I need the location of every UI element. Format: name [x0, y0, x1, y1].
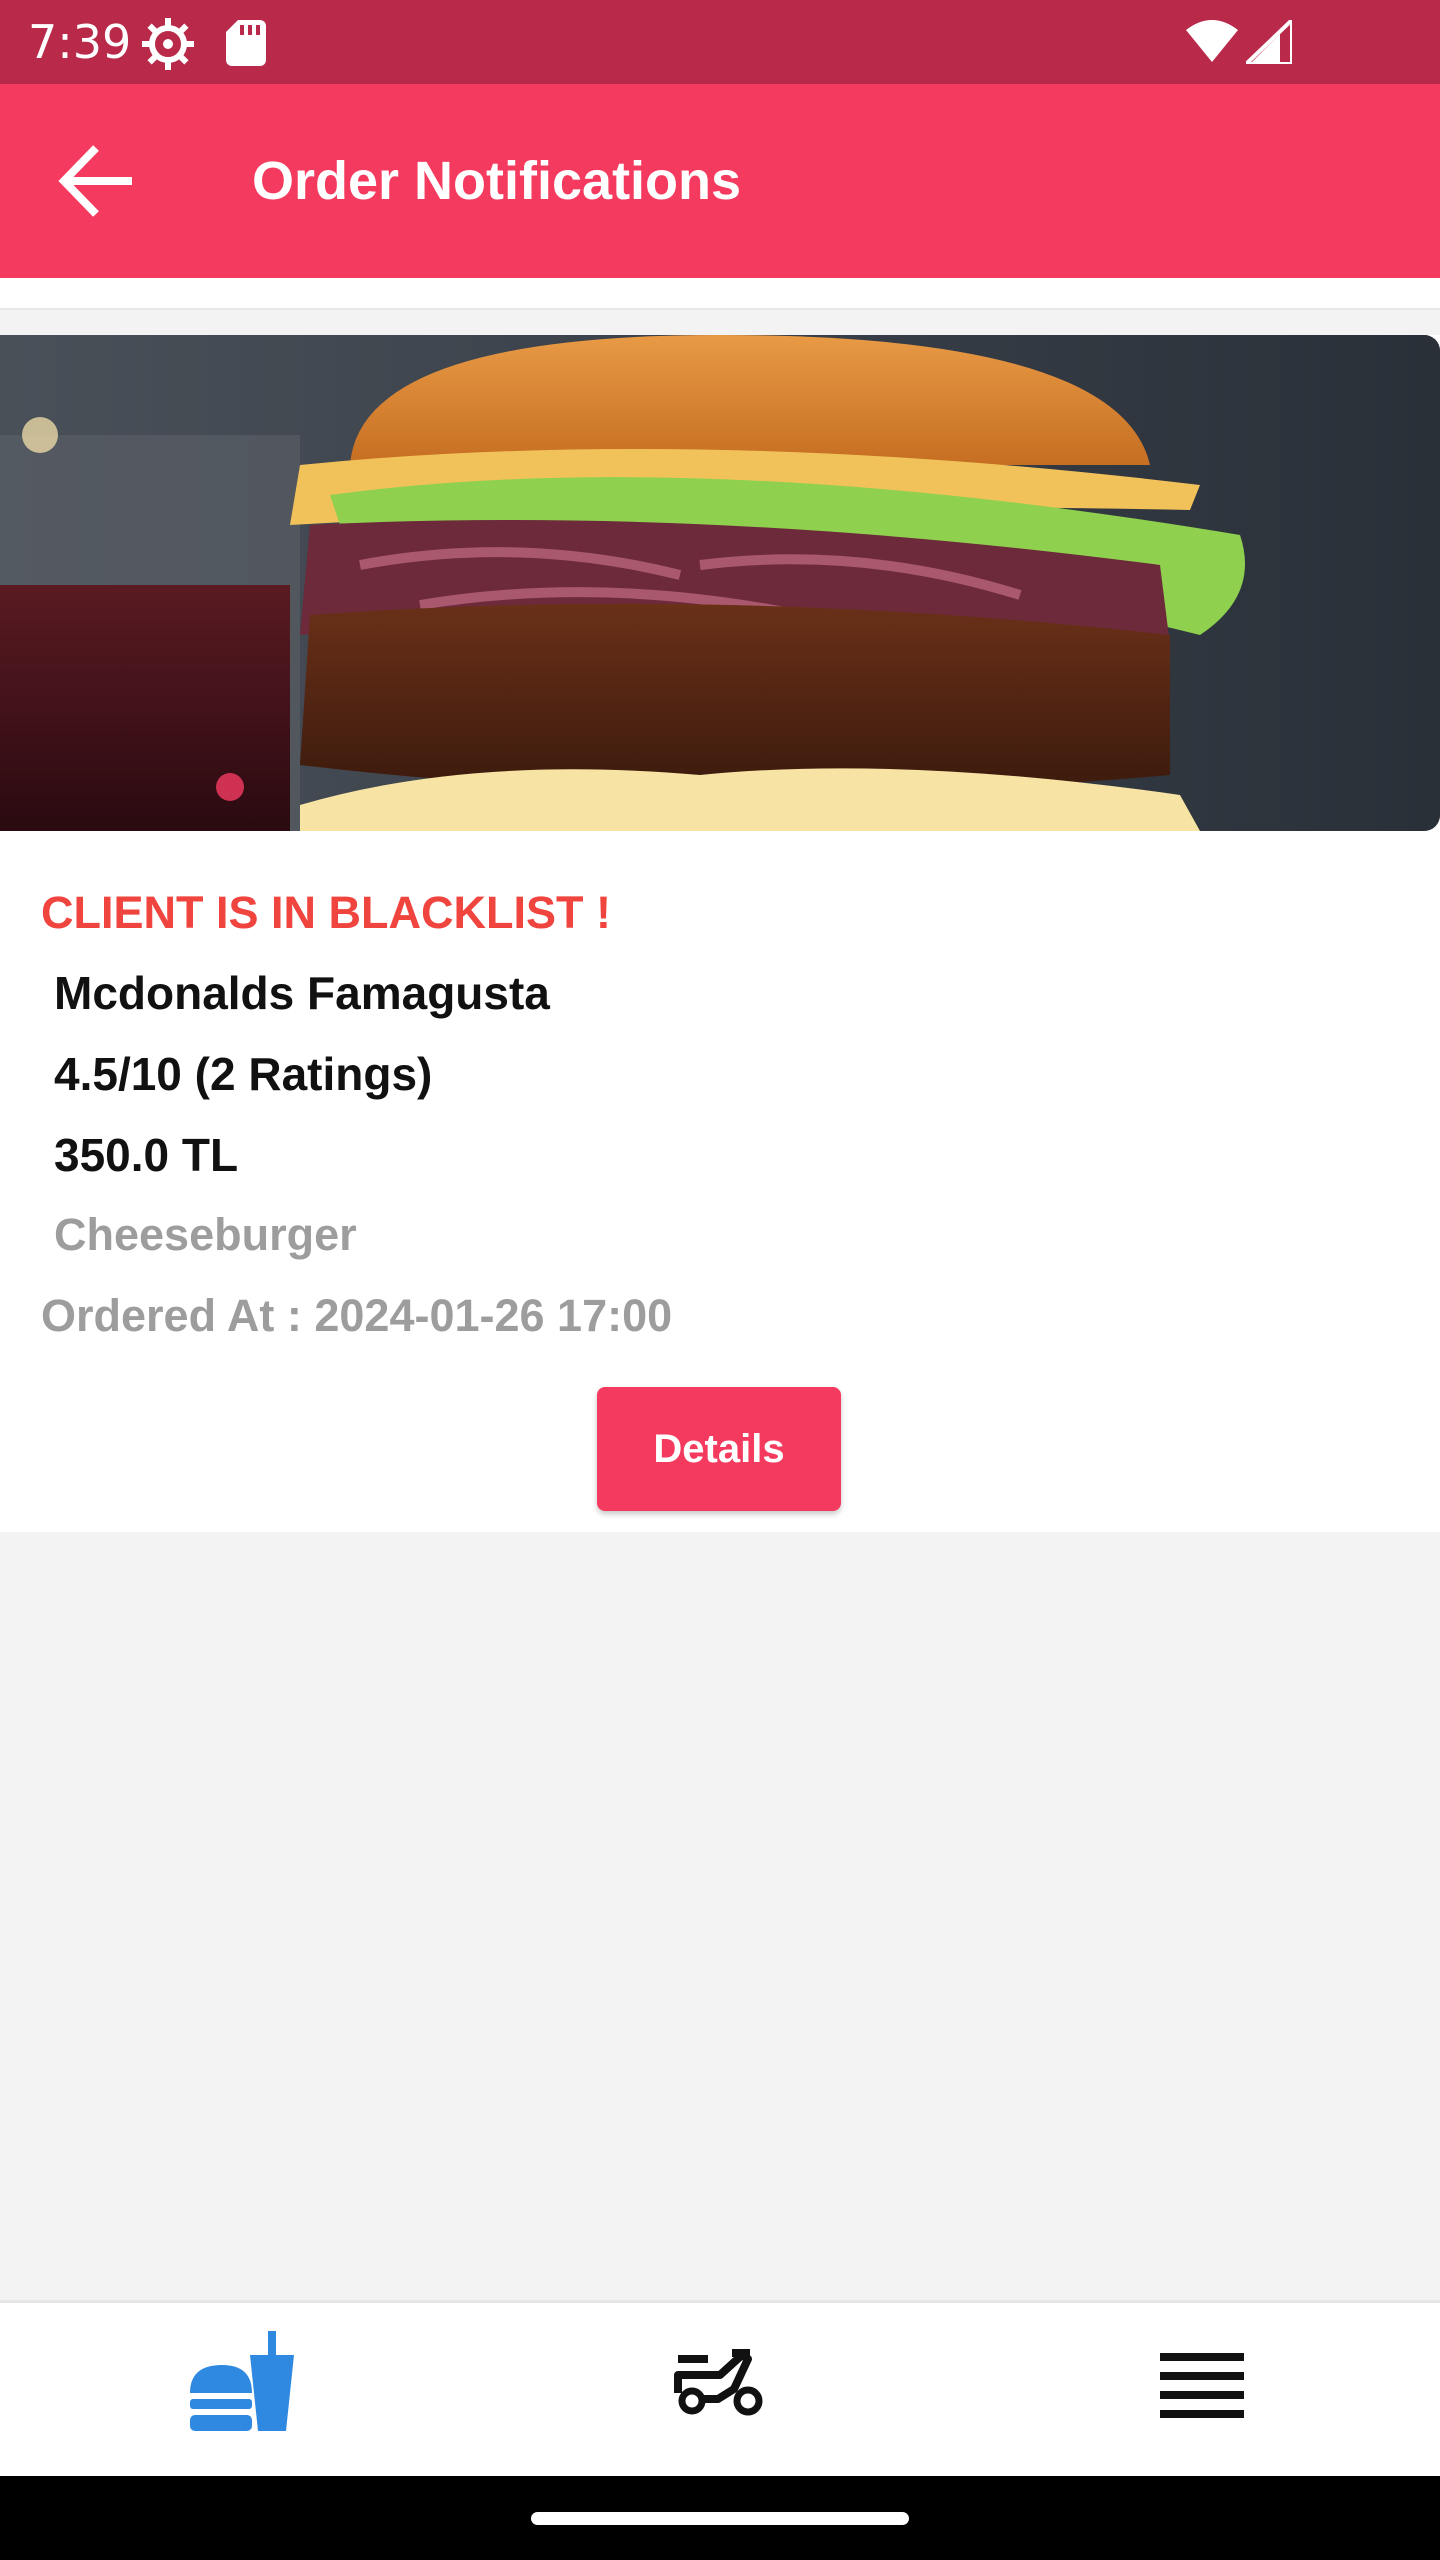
order-card[interactable]: CLIENT IS IN BLACKLIST ! Mcdonalds Famag…	[0, 335, 1440, 1532]
order-list	[0, 278, 1440, 310]
list-top-strip	[0, 278, 1440, 310]
status-bar: 7:39	[0, 0, 1440, 84]
app-bar: Order Notifications	[0, 84, 1440, 278]
burger-photo	[0, 335, 1440, 831]
wifi-icon	[1186, 20, 1238, 62]
arrow-left-icon	[58, 145, 132, 217]
details-button[interactable]: Details	[597, 1387, 841, 1511]
cell-signal-icon	[1246, 20, 1292, 64]
restaurant-name: Mcdonalds Famagusta	[54, 967, 550, 1019]
restaurant-rating: 4.5/10 (2 Ratings)	[54, 1048, 433, 1100]
blacklist-warning: CLIENT IS IN BLACKLIST !	[41, 887, 611, 938]
gear-icon	[142, 18, 194, 70]
nav-item-menu[interactable]	[960, 2303, 1440, 2479]
ordered-at: Ordered At : 2024-01-26 17:00	[41, 1290, 673, 1341]
sd-card-icon	[226, 20, 266, 66]
page-title: Order Notifications	[252, 151, 742, 211]
status-time: 7:39	[28, 15, 132, 69]
nav-item-delivery[interactable]	[480, 2303, 960, 2479]
burger-illustration	[0, 335, 1440, 831]
order-item: Cheeseburger	[54, 1209, 357, 1260]
bottom-nav	[0, 2300, 1440, 2479]
system-navigation-bar	[0, 2476, 1440, 2560]
menu-lines-icon	[1160, 2353, 1244, 2418]
nav-item-orders[interactable]	[0, 2303, 480, 2479]
back-button[interactable]	[44, 126, 154, 236]
order-price: 350.0 TL	[54, 1129, 239, 1181]
fast-food-icon	[190, 2331, 294, 2431]
home-gesture-handle[interactable]	[531, 2512, 909, 2525]
moped-icon	[674, 2349, 763, 2416]
